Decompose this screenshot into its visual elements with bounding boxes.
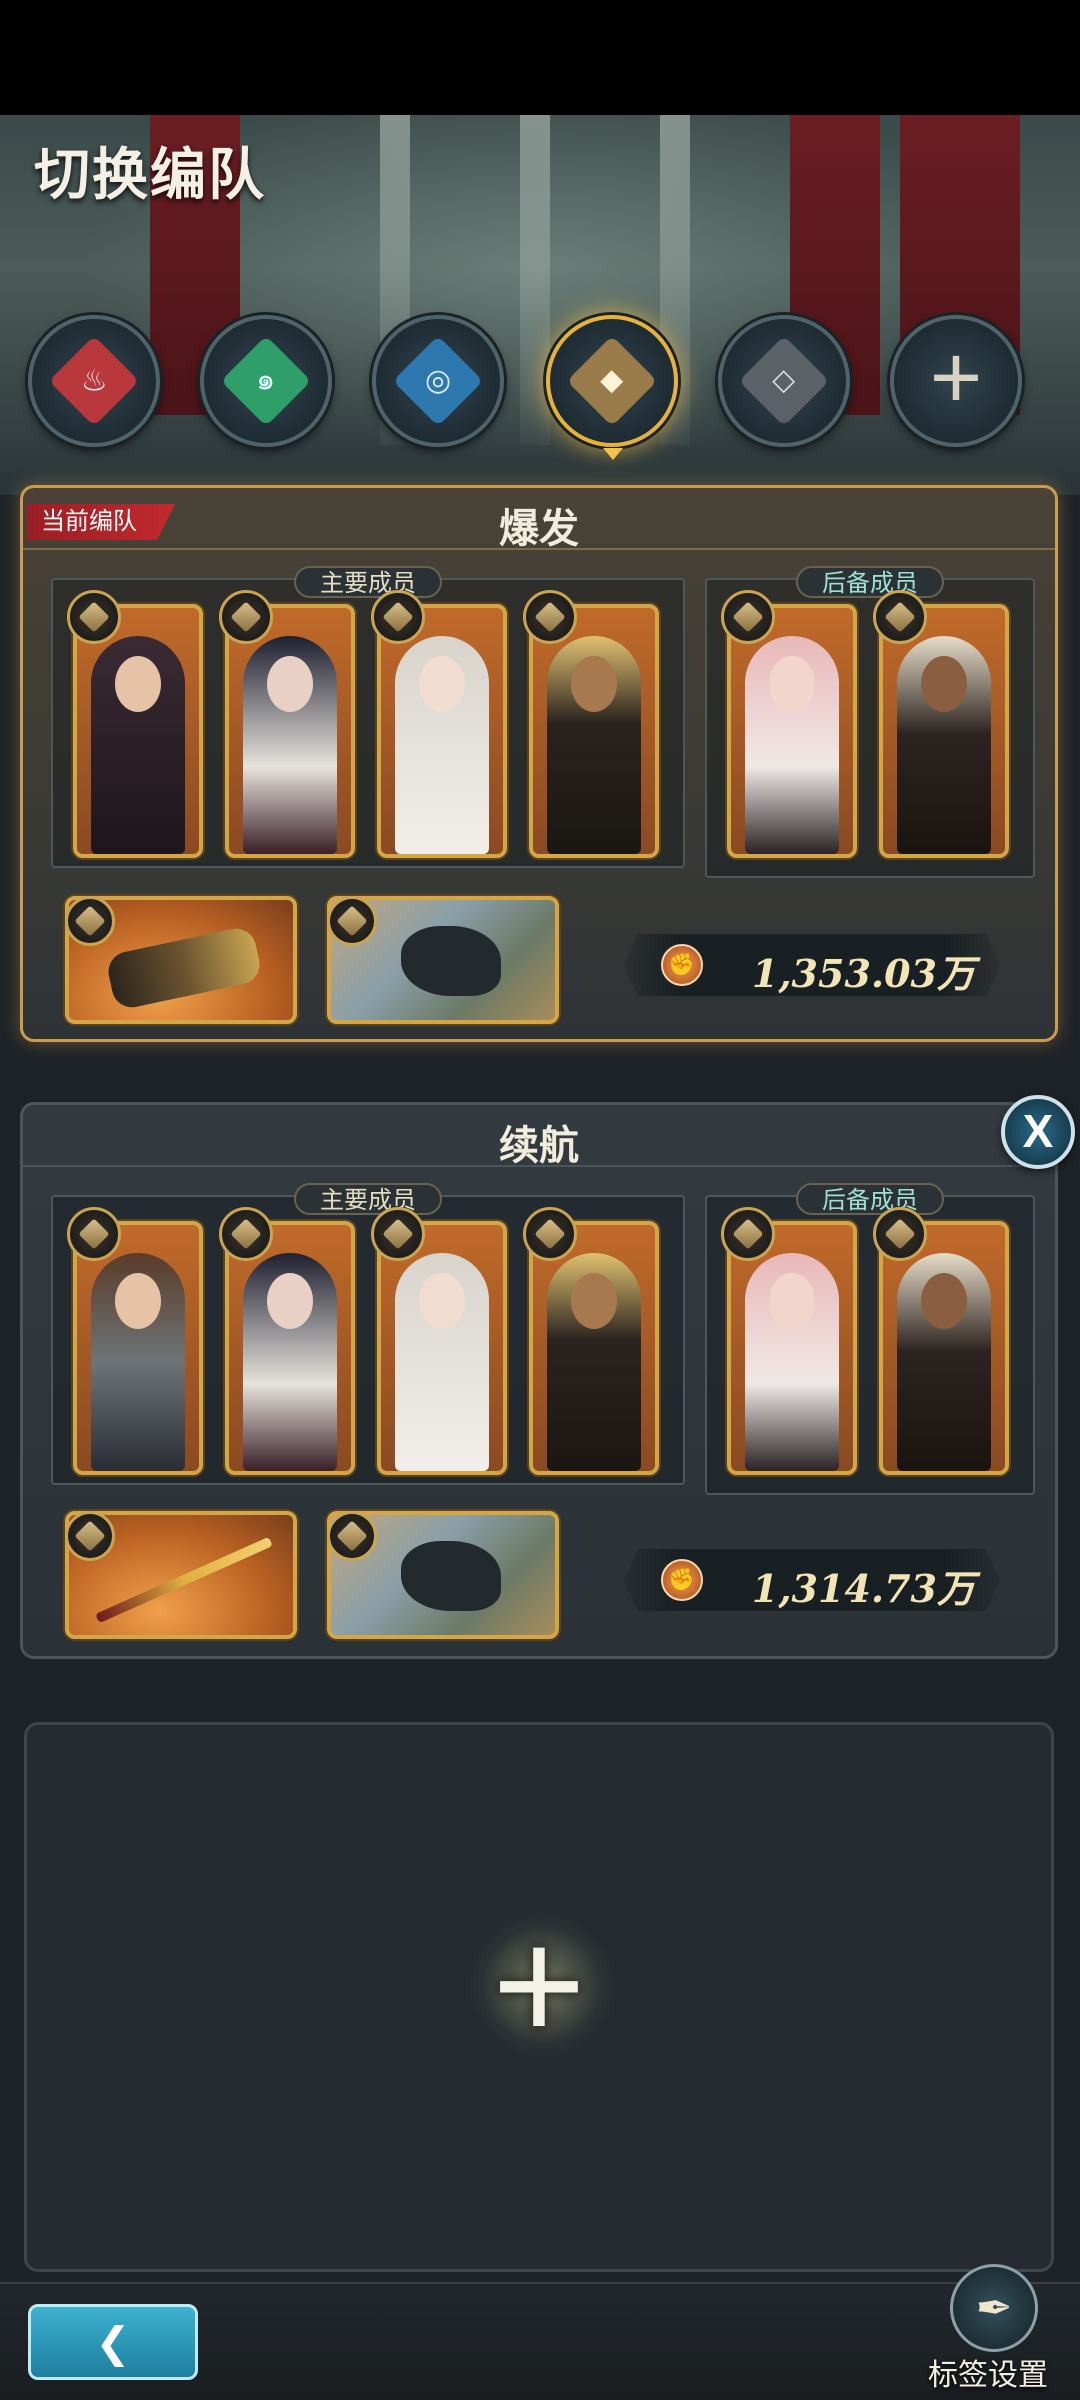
active-tab-indicator [603, 448, 623, 460]
memory-card[interactable] [327, 1511, 559, 1639]
add-team-slot[interactable]: + [24, 1722, 1054, 2272]
memory-card[interactable] [327, 896, 559, 1024]
gauntlet-weapon-art [104, 925, 264, 1011]
class-icon [523, 1207, 577, 1261]
sword-weapon-art [95, 1536, 273, 1624]
plus-icon: + [492, 1895, 586, 2074]
team-power: ✊ 1,353.03万 [623, 934, 1001, 996]
tab-add[interactable]: + [890, 315, 1022, 447]
class-icon [327, 1511, 377, 1561]
memory-card-art [401, 926, 501, 996]
void-diamond-icon: ◇ [738, 335, 830, 427]
class-icon [67, 590, 121, 644]
main-members-label: 主要成员 [294, 1183, 442, 1215]
class-icon [873, 590, 927, 644]
weapon-card[interactable] [65, 896, 297, 1024]
page-title: 切换编队 [34, 142, 266, 208]
main-members-group: 主要成员 [51, 1183, 685, 1485]
reserve-members-group: 后备成员 [705, 566, 1035, 878]
tag-settings-label: 标签设置 [928, 2359, 1048, 2392]
class-icon [371, 1207, 425, 1261]
class-icon [721, 590, 775, 644]
team-name: 爆发 [499, 505, 579, 552]
team-power-value: 1,353.03万 [751, 951, 975, 996]
team-card-current[interactable]: 当前编队 爆发 主要成员 后备成员 ✊ 1,353.03万 [20, 485, 1058, 1042]
plus-icon: + [929, 328, 983, 428]
tab-earth[interactable]: ◆ [546, 315, 678, 447]
team-header: 当前编队 爆发 [23, 488, 1055, 552]
tab-fire[interactable]: ♨ [28, 315, 160, 447]
class-icon [219, 590, 273, 644]
tab-water[interactable]: ◎ [372, 315, 504, 447]
class-icon [873, 1207, 927, 1261]
tag-settings-button[interactable]: ✒ 标签设置 [918, 2264, 1058, 2400]
quill-icon: ✒ [950, 2264, 1038, 2352]
earth-diamond-icon: ◆ [566, 335, 658, 427]
back-button[interactable]: ❮ [28, 2304, 198, 2380]
wind-diamond-icon: ๑ [220, 335, 312, 427]
status-bar [0, 0, 1080, 115]
class-icon [67, 1207, 121, 1261]
team-name: 续航 [499, 1122, 579, 1169]
element-tabs: ♨ ๑ ◎ ◆ ◇ + [0, 315, 1080, 455]
class-icon [721, 1207, 775, 1261]
class-icon [327, 896, 377, 946]
memory-card-art [401, 1541, 501, 1611]
class-icon [371, 590, 425, 644]
class-icon [65, 896, 115, 946]
team-power: ✊ 1,314.73万 [623, 1549, 1001, 1611]
reserve-members-group: 后备成员 [705, 1183, 1035, 1495]
class-icon [523, 590, 577, 644]
reserve-members-label: 后备成员 [796, 1183, 944, 1215]
tab-wind[interactable]: ๑ [200, 315, 332, 447]
reserve-members-label: 后备成员 [796, 566, 944, 598]
footer-bar: ❮ ✒ 标签设置 [0, 2264, 1080, 2400]
main-members-group: 主要成员 [51, 566, 685, 868]
class-icon [219, 1207, 273, 1261]
weapon-card[interactable] [65, 1511, 297, 1639]
water-diamond-icon: ◎ [392, 335, 484, 427]
class-icon [65, 1511, 115, 1561]
tab-void[interactable]: ◇ [718, 315, 850, 447]
team-header: 续航 [23, 1105, 1055, 1169]
team-card[interactable]: 续航 X 主要成员 后备成员 ✊ 1,314.73万 [20, 1095, 1075, 1659]
delete-team-button[interactable]: X [1001, 1095, 1075, 1169]
fire-diamond-icon: ♨ [48, 335, 140, 427]
main-members-label: 主要成员 [294, 566, 442, 598]
back-arrow-icon: ❮ [95, 2318, 131, 2366]
team-power-value: 1,314.73万 [751, 1566, 975, 1611]
fist-power-icon: ✊ [661, 1559, 703, 1601]
fist-power-icon: ✊ [661, 944, 703, 986]
